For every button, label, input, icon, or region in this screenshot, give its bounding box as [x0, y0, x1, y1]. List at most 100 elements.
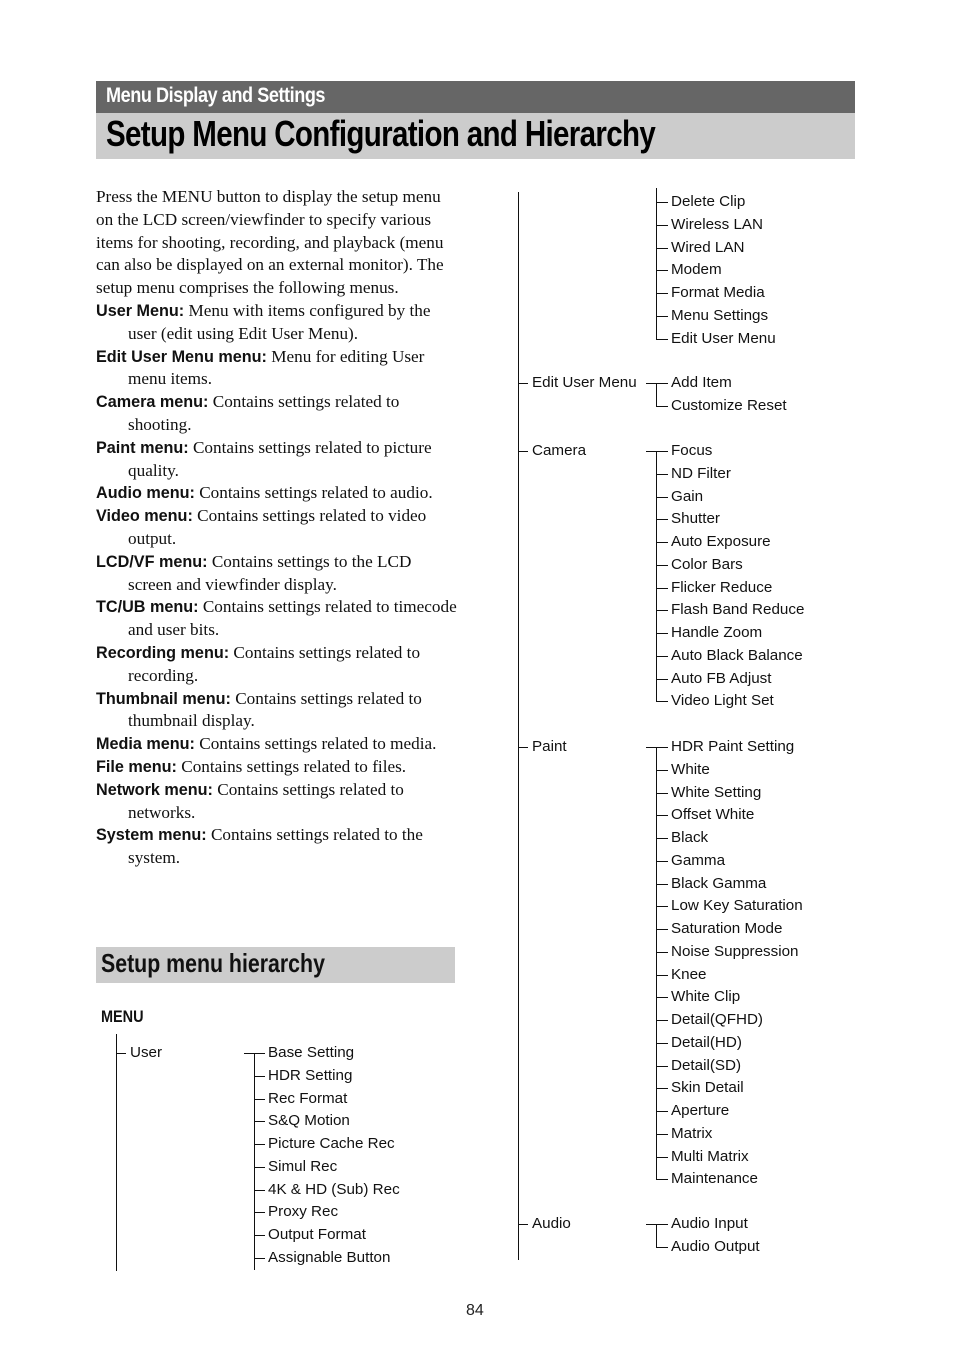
- menu-definition-term: Media menu:: [96, 735, 195, 754]
- subtree-branch-line: [656, 224, 668, 226]
- menu-definition-term: File menu:: [96, 757, 177, 776]
- subtree-branch-line: [656, 747, 668, 748]
- submenu-item: Low Key Saturation: [671, 897, 803, 915]
- subtree-branch-line: [656, 951, 668, 953]
- menu-group-paint: Paint: [532, 738, 567, 755]
- subtree-connector-line: [656, 747, 657, 1180]
- submenu-item: Shutter: [671, 510, 720, 528]
- menu-definition: TC/UB menu: Contains settings related to…: [96, 596, 458, 642]
- intro-text: Press the MENU button to display the set…: [96, 186, 458, 870]
- menu-group-user: User: [130, 1044, 163, 1061]
- menu-definition: Edit User Menu menu: Menu for editing Us…: [96, 346, 458, 392]
- submenu-item: Knee: [671, 965, 707, 983]
- section-header: Menu Display and Settings: [96, 81, 855, 113]
- subtree-connector-line: [656, 383, 657, 406]
- subtree-branch-line: [656, 860, 668, 862]
- subtree-branch-line: [656, 883, 668, 885]
- menu-definition: User Menu: Menu with items configured by…: [96, 300, 458, 346]
- submenu-item: Multi Matrix: [671, 1147, 749, 1165]
- menu-definition: Thumbnail menu: Contains settings relate…: [96, 688, 458, 734]
- submenu-item: Auto Exposure: [671, 533, 771, 550]
- menu-definition-term: TC/UB menu:: [96, 598, 199, 617]
- group-branch-line: [116, 1053, 126, 1054]
- submenu-item: Base Setting: [268, 1044, 355, 1061]
- group-branch-line: [518, 383, 528, 384]
- submenu-item: Wireless LAN: [671, 215, 763, 233]
- submenu-item: Add Item: [671, 374, 732, 391]
- submenu-item: Flicker Reduce: [671, 578, 773, 596]
- group-branch-line: [518, 451, 528, 452]
- submenu-item: Matrix: [671, 1124, 713, 1142]
- subtree-branch-line: [656, 383, 668, 384]
- subtree-branch-line: [656, 315, 668, 317]
- subtree-connector-line: [656, 1224, 657, 1247]
- subtree-branch-line: [656, 1156, 668, 1158]
- menu-definition: LCD/VF menu: Contains settings to the LC…: [96, 551, 458, 597]
- menu-group-audio: Audio: [532, 1215, 571, 1232]
- main-trunk-line: [116, 1034, 117, 1271]
- subtree-branch-line: [656, 610, 668, 612]
- subtree-branch-line: [254, 1098, 265, 1100]
- submenu-item: ND Filter: [671, 464, 731, 482]
- hierarchy-title: Setup menu hierarchy: [101, 948, 325, 978]
- submenu-item: Output Format: [268, 1226, 366, 1243]
- subtree-connector-line: [254, 1053, 255, 1270]
- submenu-item: S&Q Motion: [268, 1112, 350, 1130]
- subtree-branch-line: [656, 1179, 668, 1181]
- subtree-branch-line: [656, 678, 668, 680]
- submenu-item: Black: [671, 829, 709, 846]
- subtree-branch-line: [656, 838, 668, 839]
- main-trunk-line-continued: [518, 192, 519, 1260]
- subtree-branch-line: [656, 564, 668, 566]
- menu-definition-term: Paint menu:: [96, 438, 189, 457]
- submenu-item: Noise Suppression: [671, 942, 799, 960]
- menu-definition: Recording menu: Contains settings relate…: [96, 642, 458, 688]
- submenu-item: Offset White: [671, 806, 755, 824]
- submenu-item: Handle Zoom: [671, 624, 763, 641]
- subtree-connector-line: [656, 451, 657, 702]
- subtree-branch-line: [656, 633, 668, 634]
- subtree-branch-line: [656, 202, 668, 203]
- submenu-item: Audio Input: [671, 1215, 748, 1232]
- subtree-branch-line: [656, 655, 668, 657]
- submenu-item: Edit User Menu: [671, 329, 776, 347]
- group-branch-line: [518, 747, 528, 748]
- submenu-item: HDR Paint Setting: [671, 738, 795, 755]
- menu-definition-term: LCD/VF menu:: [96, 552, 208, 571]
- menu-definition-term: Video menu:: [96, 507, 193, 526]
- submenu-item: HDR Setting: [268, 1066, 353, 1084]
- subtree-branch-line: [254, 1212, 265, 1214]
- page-number: 84: [466, 1302, 484, 1319]
- subtree-branch-line: [656, 1065, 668, 1067]
- intro-paragraph: Press the MENU button to display the set…: [96, 187, 444, 298]
- parent-join-line: [646, 747, 656, 748]
- subtree-branch-line: [656, 338, 668, 340]
- menu-group-edit-user-menu: Edit User Menu: [532, 374, 637, 391]
- submenu-item: Auto FB Adjust: [671, 669, 772, 687]
- subtree-branch-line: [656, 974, 668, 976]
- menu-definition-term: Network menu:: [96, 780, 213, 799]
- group-branch-line: [518, 1224, 528, 1225]
- submenu-item: Black Gamma: [671, 874, 767, 892]
- subtree-branch-line: [656, 587, 668, 589]
- subtree-branch-line: [656, 997, 668, 999]
- subtree-branch-line: [656, 293, 668, 294]
- subtree-branch-line: [656, 247, 668, 249]
- submenu-item: Assignable Button: [268, 1248, 391, 1266]
- menu-definition: File menu: Contains settings related to …: [96, 756, 458, 779]
- subtree-branch-line: [656, 451, 668, 452]
- subtree-branch-line: [656, 1088, 668, 1090]
- subtree-branch-line: [254, 1144, 265, 1145]
- subtree-branch-line: [656, 815, 668, 817]
- submenu-item: Aperture: [671, 1102, 730, 1119]
- subtree-branch-line: [656, 1111, 668, 1112]
- submenu-item: Detail(HD): [671, 1033, 742, 1051]
- menu-definition-term: User Menu:: [96, 301, 185, 320]
- submenu-item: White Clip: [671, 988, 741, 1006]
- page-title: Setup Menu Configuration and Hierarchy: [106, 113, 656, 154]
- submenu-item: Customize Reset: [671, 396, 787, 414]
- subtree-branch-line: [656, 1133, 668, 1135]
- submenu-item: Skin Detail: [671, 1079, 744, 1097]
- menu-definition: Network menu: Contains settings related …: [96, 779, 458, 825]
- subtree-branch-line: [656, 701, 668, 703]
